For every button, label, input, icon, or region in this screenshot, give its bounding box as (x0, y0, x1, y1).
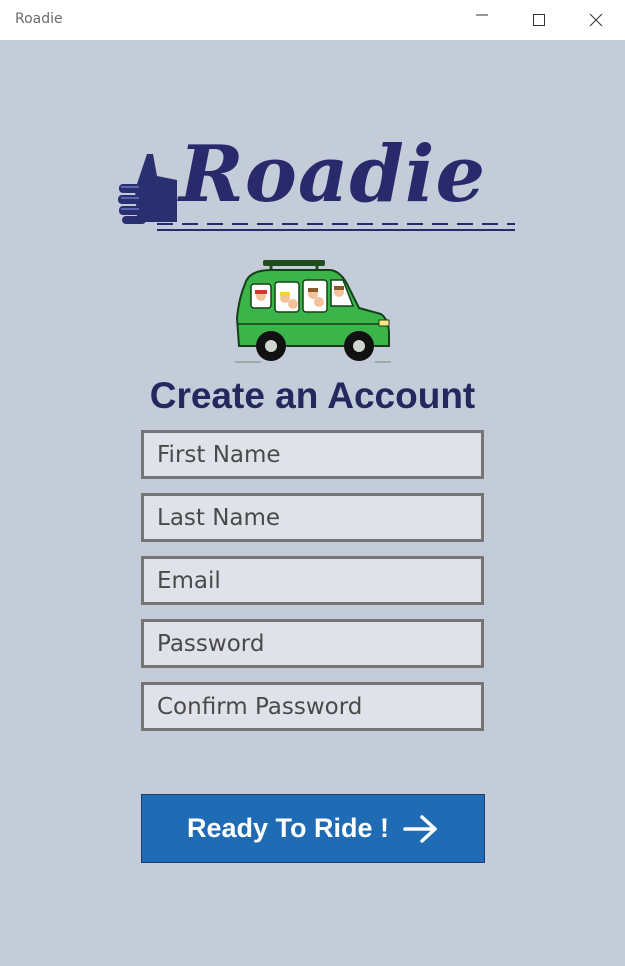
first-name-field[interactable] (141, 430, 484, 479)
thumbs-up-icon (118, 154, 177, 224)
arrow-right-icon (403, 814, 437, 843)
roadie-logo: Roadie (117, 136, 517, 234)
title-bar: Roadie (0, 0, 625, 40)
email-field[interactable] (141, 556, 484, 605)
close-button[interactable] (573, 0, 619, 40)
ready-to-ride-label: Ready To Ride ! (186, 813, 390, 843)
close-icon (589, 13, 603, 27)
confirm-password-field[interactable] (141, 682, 484, 731)
logo-wordmark: Roadie (179, 129, 487, 220)
password-field[interactable] (141, 619, 484, 668)
minimize-button[interactable] (459, 0, 505, 40)
minimize-icon (476, 14, 488, 16)
maximize-button[interactable] (516, 0, 562, 40)
road-lines-decoration (157, 223, 515, 231)
page-title: Create an Account (149, 375, 476, 416)
car-illustration (235, 260, 391, 363)
window-title: Roadie (15, 11, 63, 27)
last-name-field[interactable] (141, 493, 484, 542)
ready-to-ride-button[interactable]: Ready To Ride ! (141, 794, 485, 863)
maximize-icon (533, 14, 545, 26)
